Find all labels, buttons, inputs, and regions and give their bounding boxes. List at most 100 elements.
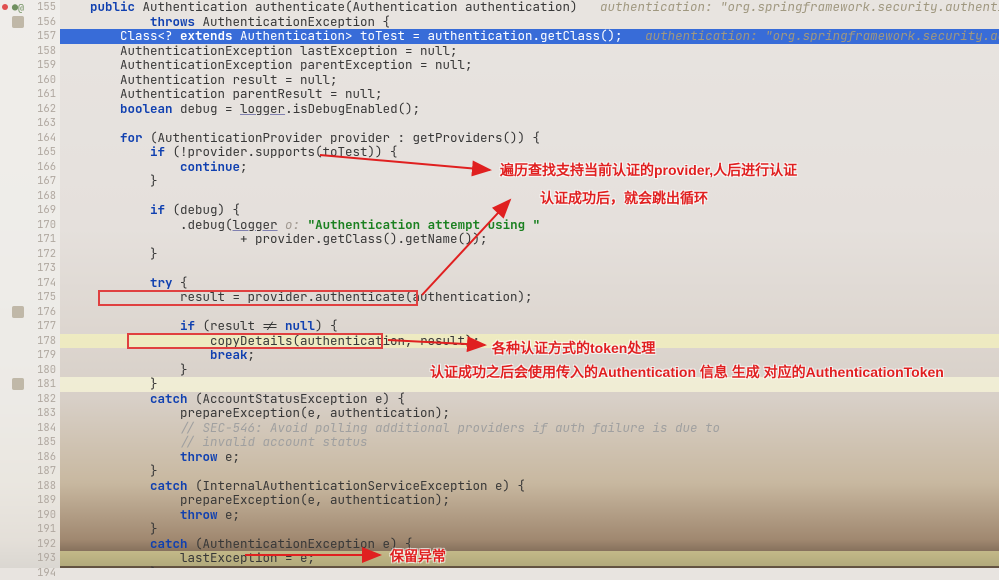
- line-number: 169: [28, 203, 56, 217]
- gutter-row[interactable]: 167: [0, 174, 60, 189]
- gutter-row[interactable]: 177: [0, 319, 60, 334]
- line-number: 185: [28, 435, 56, 449]
- gutter-row[interactable]: 157: [0, 29, 60, 44]
- keyword: continue: [180, 158, 240, 175]
- code-line[interactable]: boolean debug = logger.isDebugEnabled();: [60, 102, 999, 117]
- line-number: 162: [28, 102, 56, 116]
- gutter-row[interactable]: 186: [0, 450, 60, 465]
- line-number: 186: [28, 450, 56, 464]
- line-number: 155: [28, 0, 56, 14]
- line-number: 171: [28, 232, 56, 246]
- line-number: 166: [28, 160, 56, 174]
- code-line[interactable]: throw e;: [60, 450, 999, 465]
- line-number: 183: [28, 406, 56, 420]
- code-editor[interactable]: ●@15515615715815916016116216316416516616…: [0, 0, 999, 568]
- gutter-row[interactable]: 171: [0, 232, 60, 247]
- gutter-row[interactable]: 190: [0, 508, 60, 523]
- line-number: 177: [28, 319, 56, 333]
- line-number: 164: [28, 131, 56, 145]
- annotation-auth-token-gen: 认证成功之后会使用传入的Authentication 信息 生成 对应的Auth…: [430, 362, 944, 382]
- bookmark-icon[interactable]: [12, 306, 24, 318]
- gutter-row[interactable]: 192: [0, 537, 60, 552]
- gutter-row[interactable]: 176: [0, 305, 60, 320]
- line-number: 191: [28, 522, 56, 536]
- line-number: 173: [28, 261, 56, 275]
- bookmark-icon[interactable]: [12, 16, 24, 28]
- gutter-row[interactable]: 160: [0, 73, 60, 88]
- line-number: 188: [28, 479, 56, 493]
- gutter-row[interactable]: 159: [0, 58, 60, 73]
- line-number: 176: [28, 305, 56, 319]
- gutter-row[interactable]: 179: [0, 348, 60, 363]
- inlay-hint: authentication: "org.springframework.sec…: [623, 27, 999, 44]
- line-number: 170: [28, 218, 56, 232]
- line-number: 190: [28, 508, 56, 522]
- inlay-hint: authentication: "org.springframework.sec…: [578, 0, 999, 15]
- gutter-row[interactable]: 182: [0, 392, 60, 407]
- line-number: 189: [28, 493, 56, 507]
- line-number: 182: [28, 392, 56, 406]
- line-number: 165: [28, 145, 56, 159]
- line-number: 178: [28, 334, 56, 348]
- gutter-row[interactable]: 169: [0, 203, 60, 218]
- keyword: throw: [180, 506, 218, 523]
- gutter-row[interactable]: 161: [0, 87, 60, 102]
- gutter-row[interactable]: 178: [0, 334, 60, 349]
- keyword: break: [210, 346, 248, 363]
- override-icon[interactable]: ●@: [12, 1, 24, 14]
- gutter-row[interactable]: 180: [0, 363, 60, 378]
- gutter-row[interactable]: 187: [0, 464, 60, 479]
- gutter-row[interactable]: 174: [0, 276, 60, 291]
- line-number: 159: [28, 58, 56, 72]
- line-number: 174: [28, 276, 56, 290]
- gutter-row[interactable]: 170: [0, 218, 60, 233]
- gutter-row[interactable]: 191: [0, 522, 60, 537]
- gutter-row[interactable]: 162: [0, 102, 60, 117]
- code-area[interactable]: public Authentication authenticate(Authe…: [60, 0, 999, 568]
- annotation-provider-loop: 遍历查找支持当前认证的provider,人后进行认证: [500, 160, 797, 180]
- gutter-row[interactable]: 166: [0, 160, 60, 175]
- gutter-row[interactable]: 164: [0, 131, 60, 146]
- code-line[interactable]: [60, 261, 999, 276]
- gutter-row[interactable]: 172: [0, 247, 60, 262]
- breakpoint-icon[interactable]: [2, 4, 8, 10]
- gutter-row[interactable]: 158: [0, 44, 60, 59]
- gutter-row[interactable]: 168: [0, 189, 60, 204]
- line-number: 192: [28, 537, 56, 551]
- code-line[interactable]: throw e;: [60, 508, 999, 523]
- line-number: 175: [28, 290, 56, 304]
- gutter-row[interactable]: 188: [0, 479, 60, 494]
- line-number: 158: [28, 44, 56, 58]
- code-line[interactable]: + provider.getClass().getName());: [60, 232, 999, 247]
- line-number: 156: [28, 15, 56, 29]
- gutter-row[interactable]: 185: [0, 435, 60, 450]
- keyword: boolean: [120, 100, 173, 117]
- field-ref: logger: [240, 100, 285, 117]
- gutter-row[interactable]: 165: [0, 145, 60, 160]
- gutter-row[interactable]: 163: [0, 116, 60, 131]
- gutter-row[interactable]: 183: [0, 406, 60, 421]
- line-number: 160: [28, 73, 56, 87]
- bookmark-icon[interactable]: [12, 378, 24, 390]
- gutter-row[interactable]: 184: [0, 421, 60, 436]
- gutter-row[interactable]: 193: [0, 551, 60, 566]
- gutter-row[interactable]: 156: [0, 15, 60, 30]
- line-number: 193: [28, 551, 56, 565]
- line-number: 172: [28, 247, 56, 261]
- code-line[interactable]: lastException = e;: [60, 551, 999, 566]
- line-number: 167: [28, 174, 56, 188]
- line-number: 161: [28, 87, 56, 101]
- annotation-keep-exception: 保留异常: [390, 546, 446, 566]
- gutter-row[interactable]: 181: [0, 377, 60, 392]
- annotation-auth-success-break: 认证成功后，就会跳出循环: [540, 188, 708, 208]
- gutter-row[interactable]: 189: [0, 493, 60, 508]
- gutter-row[interactable]: ●@ 155: [0, 0, 60, 15]
- annotation-token-handling: 各种认证方式的token处理: [492, 338, 655, 358]
- code-line[interactable]: result = provider.authenticate(authentic…: [60, 290, 999, 305]
- line-number: 163: [28, 116, 56, 130]
- gutter-row[interactable]: 175: [0, 290, 60, 305]
- code-line[interactable]: }: [60, 247, 999, 262]
- line-number: 157: [28, 29, 56, 43]
- gutter-row[interactable]: 173: [0, 261, 60, 276]
- line-number: 179: [28, 348, 56, 362]
